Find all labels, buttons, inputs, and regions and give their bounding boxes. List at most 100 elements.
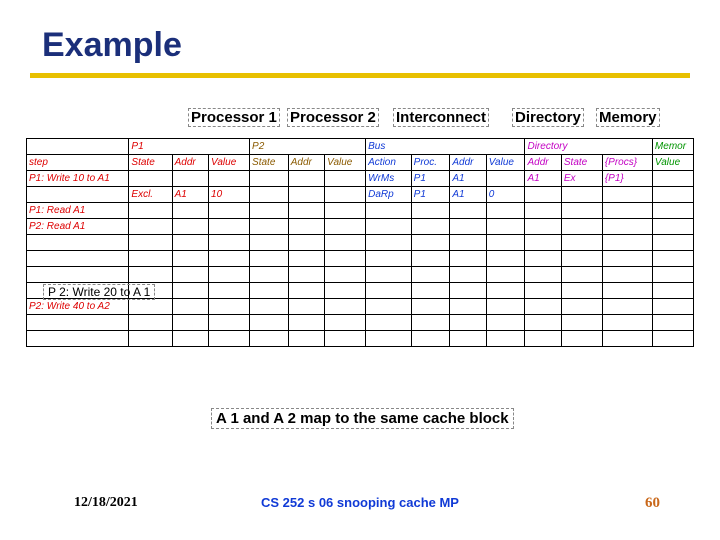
group-p2: P2 (250, 139, 366, 155)
col-p2-addr: Addr (288, 155, 324, 171)
col-bus-proc: Proc. (411, 155, 450, 171)
cell-value1 (209, 203, 250, 219)
footer-page: 60 (645, 495, 660, 512)
cell-dstate (561, 251, 602, 267)
cell-proc (411, 299, 450, 315)
cell-state2 (250, 267, 289, 283)
cell-proc (411, 219, 450, 235)
cell-step (27, 331, 129, 347)
label-processor2: Processor 2 (287, 108, 379, 127)
step-callout-write20: P 2: Write 20 to A 1 (43, 284, 155, 300)
cell-addr2 (288, 171, 324, 187)
cell-daddr (525, 235, 561, 251)
cell-addr1 (172, 203, 208, 219)
cell-procs (602, 203, 652, 219)
cell-daddr (525, 219, 561, 235)
table-row: P2: Write 40 to A2 (27, 299, 694, 315)
cell-dstate (561, 203, 602, 219)
cell-addr1 (172, 171, 208, 187)
cell-mvalue (652, 251, 693, 267)
cell-addr2 (288, 219, 324, 235)
cell-action: DaRp (366, 187, 412, 203)
col-p1-state: State (129, 155, 172, 171)
cell-bvalue: 0 (486, 187, 525, 203)
cell-proc (411, 235, 450, 251)
cell-action (366, 299, 412, 315)
cell-state1 (129, 171, 172, 187)
cell-value1 (209, 219, 250, 235)
col-bus-addr: Addr (450, 155, 486, 171)
cell-procs (602, 267, 652, 283)
cell-dstate (561, 299, 602, 315)
cell-proc (411, 251, 450, 267)
cell-daddr (525, 315, 561, 331)
col-bus-action: Action (366, 155, 412, 171)
cell-state1: Excl. (129, 187, 172, 203)
cell-mvalue (652, 315, 693, 331)
cell-bvalue (486, 331, 525, 347)
cell-value1 (209, 331, 250, 347)
cell-action (366, 203, 412, 219)
cell-state1 (129, 251, 172, 267)
cell-mvalue (652, 267, 693, 283)
cell-value2 (325, 267, 366, 283)
column-header-row: step State Addr Value State Addr Value A… (27, 155, 694, 171)
cell-bvalue (486, 251, 525, 267)
cell-dstate (561, 283, 602, 299)
col-p1-addr: Addr (172, 155, 208, 171)
col-mem-value: Value (652, 155, 693, 171)
cell-addr1: A1 (172, 187, 208, 203)
cell-action (366, 267, 412, 283)
cell-addr2 (288, 283, 324, 299)
cell-value2 (325, 171, 366, 187)
cell-proc: P1 (411, 187, 450, 203)
cell-baddr (450, 251, 486, 267)
cell-baddr (450, 331, 486, 347)
cell-value2 (325, 331, 366, 347)
cell-step: P1: Write 10 to A1 (27, 171, 129, 187)
cell-state2 (250, 187, 289, 203)
cell-value2 (325, 251, 366, 267)
cell-baddr: A1 (450, 171, 486, 187)
cell-action (366, 331, 412, 347)
cell-procs (602, 283, 652, 299)
cell-addr2 (288, 251, 324, 267)
label-directory: Directory (512, 108, 584, 127)
cell-addr2 (288, 299, 324, 315)
cell-proc (411, 267, 450, 283)
cell-state1 (129, 315, 172, 331)
cell-mvalue (652, 171, 693, 187)
col-step: step (27, 155, 129, 171)
cell-baddr (450, 219, 486, 235)
cell-baddr (450, 315, 486, 331)
cell-procs: {P1} (602, 171, 652, 187)
caption: A 1 and A 2 map to the same cache block (211, 408, 514, 429)
cell-step (27, 187, 129, 203)
cell-baddr (450, 283, 486, 299)
page-title: Example (0, 0, 720, 71)
cell-addr1 (172, 219, 208, 235)
cell-action (366, 219, 412, 235)
section-label-row: Processor 1 Processor 2 Interconnect Dir… (0, 108, 720, 136)
cell-procs (602, 251, 652, 267)
cell-dstate: Ex (561, 171, 602, 187)
cell-mvalue (652, 235, 693, 251)
cell-value2 (325, 187, 366, 203)
cell-proc (411, 331, 450, 347)
table-row: Excl.A110DaRpP1A10 (27, 187, 694, 203)
cell-value1 (209, 267, 250, 283)
cell-dstate (561, 235, 602, 251)
cell-mvalue (652, 203, 693, 219)
table-row: P1: Write 10 to A1WrMsP1A1A1Ex{P1} (27, 171, 694, 187)
cell-proc: P1 (411, 171, 450, 187)
cell-state2 (250, 251, 289, 267)
cell-value1: 10 (209, 187, 250, 203)
cell-procs (602, 299, 652, 315)
cell-state1 (129, 219, 172, 235)
cell-mvalue (652, 283, 693, 299)
cell-addr1 (172, 299, 208, 315)
cell-step (27, 315, 129, 331)
group-header-row: P1 P2 Bus Directory Memor (27, 139, 694, 155)
cell-dstate (561, 219, 602, 235)
protocol-table: P1 P2 Bus Directory Memor step State Add… (26, 138, 694, 347)
